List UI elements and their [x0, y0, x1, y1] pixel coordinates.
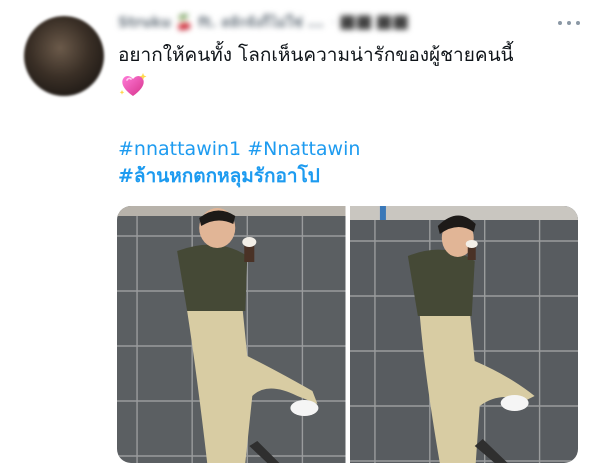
author-name[interactable]: Struku 🍒 ft. สลักจังก็ไม่ใช่ ... [118, 12, 324, 34]
tweet-photo-1[interactable] [117, 206, 346, 463]
tweet-header: Struku 🍒 ft. สลักจังก็ไม่ใช่ ... · ⬛⬛ ⬛⬛ [118, 12, 558, 34]
hashtag-thai[interactable]: #ล้านหกตกหลุมรักอาโป [118, 165, 320, 187]
hashtag-nnattawin1[interactable]: #nnattawin1 [118, 138, 241, 160]
sparkling-heart-icon [118, 70, 148, 100]
tweet-text: อยากให้คนทั้ง โลกเห็นความน่ารักของผู้ชาย… [118, 44, 514, 66]
more-options-icon[interactable] [558, 18, 580, 28]
avatar[interactable] [24, 16, 104, 96]
hashtag-nnattawin[interactable]: #Nnattawin [247, 138, 360, 160]
media-grid [117, 206, 578, 463]
author-handle[interactable]: · ⬛⬛ ⬛⬛ [332, 16, 409, 31]
hashtags: #nnattawin1 #Nnattawin #ล้านหกตกหลุมรักอ… [118, 136, 588, 190]
tweet-photo-2[interactable] [349, 206, 578, 463]
